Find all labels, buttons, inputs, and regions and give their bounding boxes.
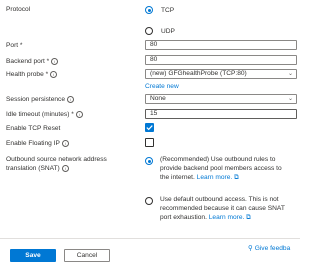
learn-more-link[interactable]: Learn more. (197, 174, 233, 181)
protocol-udp-radio[interactable] (145, 27, 153, 35)
create-new-link[interactable]: Create new (145, 83, 179, 90)
checkmark-icon (146, 125, 153, 131)
protocol-tcp-radio[interactable] (145, 6, 153, 14)
backend-port-label: Backend port * i (6, 58, 59, 66)
health-probe-label: Health probe * i (6, 71, 58, 79)
snat-label-line2: translation (SNAT) i (6, 165, 69, 173)
footer-divider (0, 238, 300, 239)
cancel-button[interactable]: Cancel (64, 249, 110, 262)
snat-recommended-text: (Recommended) Use outbound rules to prov… (160, 156, 282, 181)
idle-timeout-label: Idle timeout (minutes) * i (6, 111, 83, 119)
protocol-udp-label: UDP (161, 28, 175, 35)
chevron-down-icon: ⌄ (287, 71, 293, 77)
save-button[interactable]: Save (10, 249, 56, 262)
health-probe-select[interactable]: (new) GFGhealthProbe (TCP:80) ⌄ (145, 69, 297, 79)
info-icon: i (61, 140, 69, 147)
snat-recommended-radio[interactable] (145, 157, 153, 165)
info-icon: i (61, 165, 69, 172)
floating-ip-label: Enable Floating IP i (6, 140, 69, 148)
info-icon: i (67, 96, 75, 103)
external-link-icon: ⧉ (234, 173, 239, 181)
external-link-icon: ⧉ (246, 213, 251, 221)
idle-timeout-input[interactable]: 15 (145, 109, 297, 119)
chevron-down-icon: ⌄ (287, 96, 293, 102)
snat-default-radio[interactable] (145, 197, 153, 205)
info-icon: i (51, 58, 59, 65)
protocol-tcp-label: TCP (161, 7, 175, 14)
feedback-icon: ⚲ (248, 245, 253, 252)
info-icon: i (50, 71, 58, 78)
protocol-label: Protocol (6, 6, 31, 13)
give-feedback-link[interactable]: ⚲ Give feedba (248, 244, 290, 252)
snat-label-line1: Outbound source network address (6, 156, 107, 163)
tcp-reset-checkbox[interactable] (145, 123, 154, 132)
info-icon: i (75, 111, 83, 118)
floating-ip-checkbox[interactable] (145, 138, 154, 147)
snat-default-text: Use default outbound access. This is not… (160, 196, 285, 221)
backend-port-input[interactable]: 80 (145, 55, 297, 65)
session-persistence-select[interactable]: None ⌄ (145, 94, 297, 104)
health-probe-value: (new) GFGhealthProbe (TCP:80) (150, 70, 247, 77)
port-label: Port * (6, 42, 23, 49)
learn-more-link[interactable]: Learn more. (209, 214, 245, 221)
give-feedback-label: Give feedba (254, 245, 291, 252)
session-persistence-value: None (150, 95, 166, 102)
tcp-reset-label: Enable TCP Reset (6, 125, 61, 132)
session-persistence-label: Session persistence i (6, 96, 75, 104)
port-input[interactable]: 80 (145, 40, 297, 50)
